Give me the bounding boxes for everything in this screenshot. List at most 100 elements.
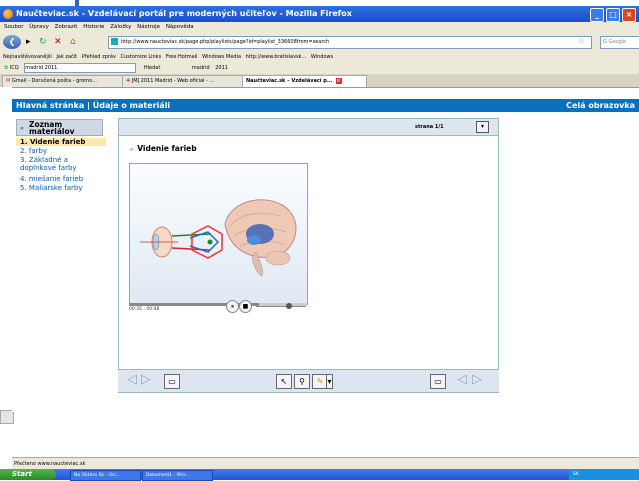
bookmark-item[interactable]: Přehled zpráv: [82, 54, 116, 60]
bookmark-item[interactable]: Windows: [311, 54, 333, 60]
tab-label: Gmail - Doručená pošta - gromo...: [11, 78, 97, 84]
bookmark-item[interactable]: Windows Media: [202, 54, 241, 60]
minimize-button[interactable]: _: [590, 8, 604, 22]
icq-toolbar: ✿ ICQ madrid 2011 Hledat madrid 2011: [0, 62, 639, 74]
materials-list-title: Zoznam materiálov: [29, 120, 75, 136]
material-item-4[interactable]: 4. miešanie farieb: [20, 175, 106, 183]
bookmark-item[interactable]: Customize Links: [121, 54, 162, 60]
expand-icon[interactable]: «: [130, 147, 133, 153]
forward-icon[interactable]: ▸: [26, 37, 31, 47]
pointer-tool-button[interactable]: ↖: [276, 374, 292, 389]
site-header: Hlavná stránka | Údaje o materiáli Celá …: [12, 99, 639, 112]
close-button[interactable]: ×: [622, 8, 636, 22]
icq-icon: ✿: [4, 65, 9, 71]
stop-video-button[interactable]: ■: [239, 300, 252, 313]
back-button[interactable]: ❮: [3, 35, 21, 49]
video-player[interactable]: [129, 163, 308, 305]
gmail-icon: M: [6, 78, 11, 84]
status-text: Přečteno www.naucteviac.sk: [14, 461, 86, 467]
url-text: http://www.naucteviac.sk/page.php/playli…: [121, 39, 330, 45]
url-bar[interactable]: http://www.naucteviac.sk/page.php/playli…: [108, 36, 592, 49]
toolbar-madrid-link[interactable]: madrid: [192, 65, 210, 71]
tool-options-button[interactable]: ▾: [326, 374, 333, 389]
page-indicator: strana 1/1: [415, 124, 444, 130]
stop-icon[interactable]: ✕: [54, 37, 62, 47]
home-icon[interactable]: ⌂: [70, 37, 76, 47]
tab-strip: M Gmail - Doručená pošta - gromo... ✚ JM…: [0, 74, 639, 88]
video-title: « Videnie farieb: [130, 144, 197, 153]
menu-item-zalozky[interactable]: Záložky: [110, 24, 131, 30]
material-item-2[interactable]: 2. farby: [20, 147, 106, 155]
jmj-icon: ✚: [126, 78, 131, 84]
system-tray: SK: [569, 469, 639, 480]
search-input[interactable]: G Google: [600, 36, 639, 49]
next-arrow-icon[interactable]: ▷: [141, 372, 151, 388]
desktop-icon[interactable]: [0, 410, 14, 424]
reload-icon[interactable]: ↻: [39, 37, 47, 47]
hledat-button[interactable]: Hledat: [144, 65, 160, 71]
material-item-1[interactable]: 1. Videnie farieb: [16, 138, 106, 146]
menu-item-napoveda[interactable]: Nápověda: [166, 24, 194, 30]
tab-label: JMJ 2011 Madrid - Web oficial - ...: [131, 78, 215, 84]
video-time: 00:35 : 00:48: [129, 307, 160, 312]
collapse-arrow-icon[interactable]: «: [20, 125, 24, 132]
menu-item-nastroje[interactable]: Nástroje: [137, 24, 160, 30]
bookmark-item[interactable]: Free Hotmail: [166, 54, 198, 60]
taskbar-item-browser[interactable]: Na Oktávs Sk - Ucí...: [70, 470, 141, 481]
tab-naucteviac[interactable]: Naučteviac.sk – Vzdelávací p... ×: [242, 75, 367, 87]
google-icon: G: [603, 39, 607, 45]
bookmark-item[interactable]: Jak začít: [56, 54, 77, 60]
materials-list: « Zoznam materiálov 1. Videnie farieb 2.…: [16, 119, 106, 199]
menu-bar: Soubor Úpravy Zobrazit Historie Záložky …: [0, 22, 639, 32]
eye-brain-illustration: [140, 199, 297, 277]
menu-item-zobrazit[interactable]: Zobrazit: [55, 24, 78, 30]
panel-toggle-button[interactable]: ▭: [430, 374, 446, 389]
tab-close-icon[interactable]: ×: [335, 77, 342, 84]
volume-knob[interactable]: [286, 303, 292, 309]
window-title-bar[interactable]: Naučteviac.sk - Vzdelávací portál pre mo…: [0, 6, 639, 22]
pause-button[interactable]: ⏸: [226, 300, 239, 313]
start-button[interactable]: Start: [0, 469, 56, 480]
site-favicon-icon: [111, 38, 118, 45]
toolbar-search-input[interactable]: madrid 2011: [24, 62, 137, 73]
viewer-bottom-bar: ◁ ▷ ▭ ↖ ⚲ ✎ ▾ ▭ ◁ ▷: [118, 369, 499, 392]
next-page-arrow-icon[interactable]: ▷: [472, 372, 482, 388]
video-title-text: Videnie farieb: [137, 144, 197, 153]
menu-item-soubor[interactable]: Soubor: [4, 24, 23, 30]
prev-page-arrow-icon[interactable]: ◁: [457, 372, 467, 388]
desktop-edge: [0, 87, 14, 457]
toolbar-search-value: madrid 2011: [25, 64, 58, 71]
navigation-toolbar: ❮ ▸ ↻ ✕ ⌂ http://www.naucteviac.sk/page.…: [0, 32, 639, 52]
viewer-top-bar: strana 1/1 ▾: [119, 119, 498, 136]
menu-item-upravy[interactable]: Úpravy: [29, 24, 49, 30]
taskbar-item-word[interactable]: Dokument1 - Micr...: [142, 470, 213, 481]
bookmarks-toolbar: Nejnavštěvovanější Jak začít Přehled zpr…: [0, 52, 639, 62]
start-label: Start: [12, 470, 32, 478]
menu-toggle-button[interactable]: ▭: [164, 374, 180, 389]
tab-jmj[interactable]: ✚ JMJ 2011 Madrid - Web oficial - ...: [122, 75, 244, 87]
tab-gmail[interactable]: M Gmail - Doručená pošta - gromo...: [2, 75, 124, 87]
taskbar: Start Na Oktávs Sk - Ucí... Dokument1 - …: [0, 469, 639, 481]
menu-item-historie[interactable]: Historie: [83, 24, 104, 30]
icq-label[interactable]: ICQ: [10, 65, 19, 71]
volume-slider[interactable]: [256, 306, 306, 307]
search-placeholder: Google: [608, 39, 627, 45]
window-title: Naučteviac.sk - Vzdelávací portál pre mo…: [16, 9, 352, 18]
material-item-5[interactable]: 5. Maliarske farby: [20, 184, 106, 192]
fullscreen-link[interactable]: Celá obrazovka: [566, 99, 635, 112]
breadcrumb[interactable]: Hlavná stránka | Údaje o materiáli: [16, 99, 170, 112]
bookmark-item[interactable]: http://www.bratislavsk...: [246, 54, 307, 60]
tab-label: Naučteviac.sk – Vzdelávací p...: [246, 78, 333, 84]
materials-list-header[interactable]: « Zoznam materiálov: [16, 119, 103, 136]
zoom-tool-button[interactable]: ⚲: [294, 374, 310, 389]
prev-arrow-icon[interactable]: ◁: [127, 372, 137, 388]
bookmark-item[interactable]: Nejnavštěvovanější: [3, 54, 52, 60]
maximize-button[interactable]: □: [606, 8, 620, 22]
status-bar: Přečteno www.naucteviac.sk: [12, 457, 639, 469]
material-item-3[interactable]: 3. Základné a doplnkové farby: [20, 156, 106, 172]
toolbar-year-link[interactable]: 2011: [215, 65, 228, 71]
firefox-icon: [3, 9, 13, 19]
bookmark-star-icon[interactable]: ☆: [578, 36, 584, 46]
language-indicator[interactable]: SK: [573, 472, 579, 477]
page-dropdown-button[interactable]: ▾: [476, 121, 489, 133]
